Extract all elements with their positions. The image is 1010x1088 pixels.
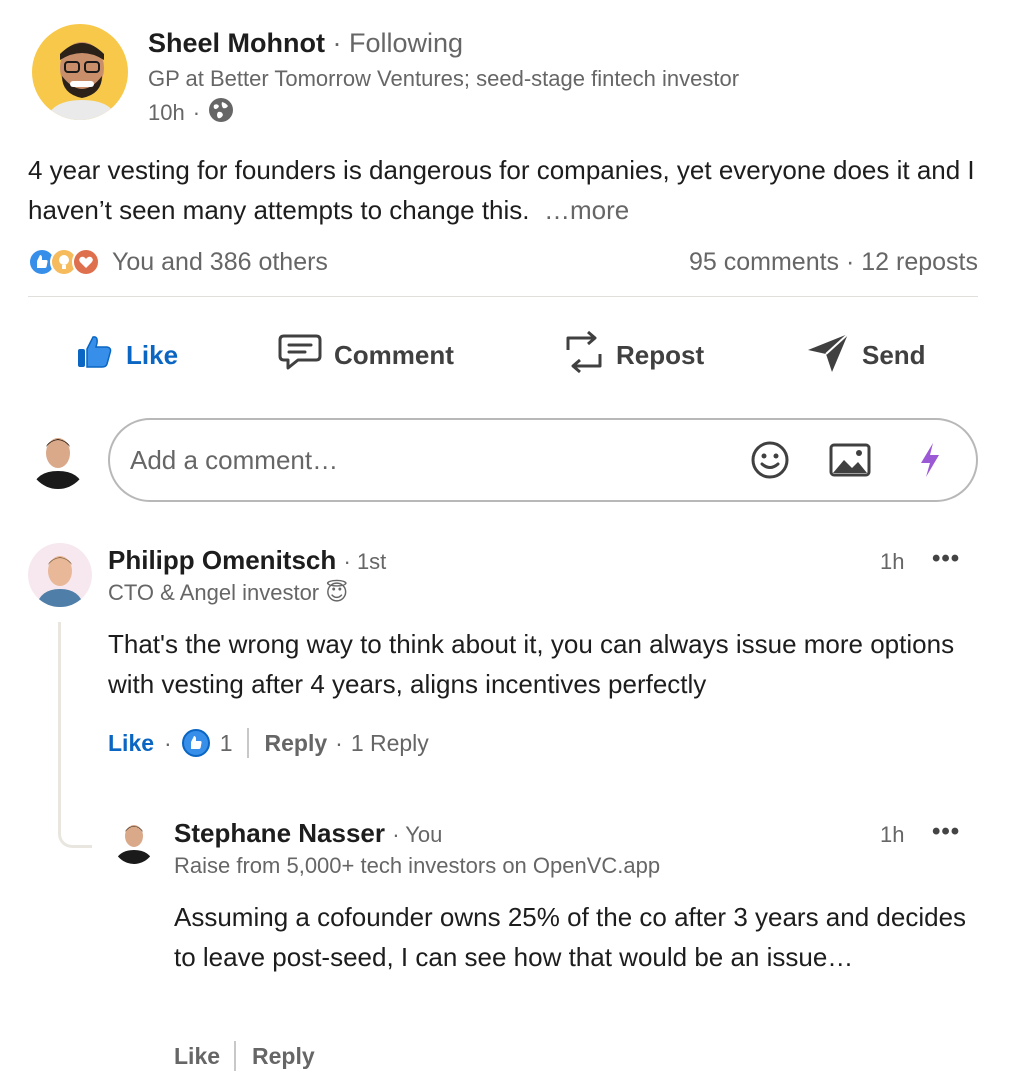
reply-author[interactable]: Stephane Nasser · You: [174, 818, 442, 849]
see-more-link[interactable]: …more: [544, 195, 629, 225]
divider: [28, 296, 978, 297]
reply-like-button[interactable]: Like: [174, 1043, 220, 1070]
reactions-summary[interactable]: You and 386 others: [28, 248, 328, 277]
comment-author[interactable]: Philipp Omenitsch · 1st: [108, 545, 386, 576]
author-name-text[interactable]: Sheel Mohnot: [148, 28, 325, 58]
comment-author-headline: CTO & Angel investor 😇: [108, 580, 349, 605]
like-reaction-icon: [181, 729, 210, 757]
comment-button[interactable]: Comment: [278, 330, 454, 380]
connection-degree: · 1st: [343, 549, 387, 574]
social-counts: You and 386 others 95 comments · 12 repo…: [28, 244, 978, 280]
reactions-text[interactable]: You and 386 others: [112, 248, 328, 277]
comment-input[interactable]: Add a comment…: [108, 418, 978, 502]
vertical-divider: [234, 1041, 237, 1071]
follow-status: · Following: [332, 28, 464, 58]
comment-like-count[interactable]: 1: [220, 730, 233, 757]
send-paper-plane-icon: [806, 330, 850, 381]
like-label: Like: [126, 339, 179, 370]
reply-actions: Like Reply: [174, 1041, 315, 1071]
follow-status-text: Following: [349, 28, 464, 58]
globe-icon: [208, 97, 234, 129]
meta-separator: ·: [192, 100, 201, 125]
reply-author-badge-text: You: [405, 822, 443, 847]
comment-reply-button[interactable]: Reply: [265, 730, 328, 757]
thumbs-up-icon: [76, 333, 114, 378]
reply-text: Assuming a cofounder owns 25% of the co …: [174, 902, 967, 972]
comment-bubble-icon: [278, 332, 322, 379]
image-icon[interactable]: [828, 438, 872, 482]
connection-degree-text: 1st: [356, 549, 387, 574]
post-time: 10h: [148, 100, 185, 125]
post-text: 4 year vesting for founders is dangerous…: [28, 155, 975, 225]
replies-count[interactable]: 1 Reply: [351, 730, 429, 757]
lightning-ai-icon[interactable]: [908, 438, 952, 482]
comment-label: Comment: [334, 339, 454, 370]
comment-like-button[interactable]: Like: [108, 730, 154, 757]
reply-author-name[interactable]: Stephane Nasser: [174, 818, 385, 848]
emoji-icon[interactable]: [748, 438, 792, 482]
separator: ·: [335, 729, 343, 756]
like-button[interactable]: Like: [76, 330, 178, 380]
reply-author-headline: Raise from 5,000+ tech investors on Open…: [174, 853, 661, 878]
comment-input-placeholder[interactable]: Add a comment…: [130, 445, 732, 476]
comment-time: 1h: [880, 549, 905, 574]
thread-line: [58, 622, 92, 848]
more-options-icon[interactable]: •••: [932, 818, 960, 846]
separator: ·: [164, 729, 172, 756]
comment-actions: Like · 1 Reply · 1 Reply: [108, 728, 429, 758]
reply-time: 1h: [880, 822, 905, 847]
reaction-icons: [28, 248, 100, 276]
more-options-icon[interactable]: •••: [932, 545, 960, 573]
comments-reposts-count[interactable]: 95 comments · 12 reposts: [689, 248, 978, 277]
love-reaction-icon: [72, 248, 100, 276]
send-label: Send: [862, 339, 926, 370]
reply-author-badge: · You: [392, 822, 443, 847]
reply-reply-button[interactable]: Reply: [252, 1043, 315, 1070]
vertical-divider: [246, 728, 249, 758]
comment-author-name[interactable]: Philipp Omenitsch: [108, 545, 336, 575]
comment-text: That's the wrong way to think about it, …: [108, 629, 955, 699]
repost-label: Repost: [616, 339, 705, 370]
my-avatar: [28, 425, 88, 489]
commenter-avatar[interactable]: [28, 543, 92, 607]
author-headline: GP at Better Tomorrow Ventures; seed-sta…: [148, 66, 740, 91]
post-meta: 10h ·: [148, 97, 234, 129]
reply-author-avatar[interactable]: [112, 816, 156, 864]
author-name[interactable]: Sheel Mohnot · Following: [148, 28, 463, 59]
repost-icon: [564, 330, 604, 381]
author-avatar[interactable]: [32, 24, 128, 120]
send-button[interactable]: Send: [806, 330, 926, 380]
repost-button[interactable]: Repost: [564, 330, 704, 380]
post-body: 4 year vesting for founders is dangerous…: [28, 150, 978, 230]
